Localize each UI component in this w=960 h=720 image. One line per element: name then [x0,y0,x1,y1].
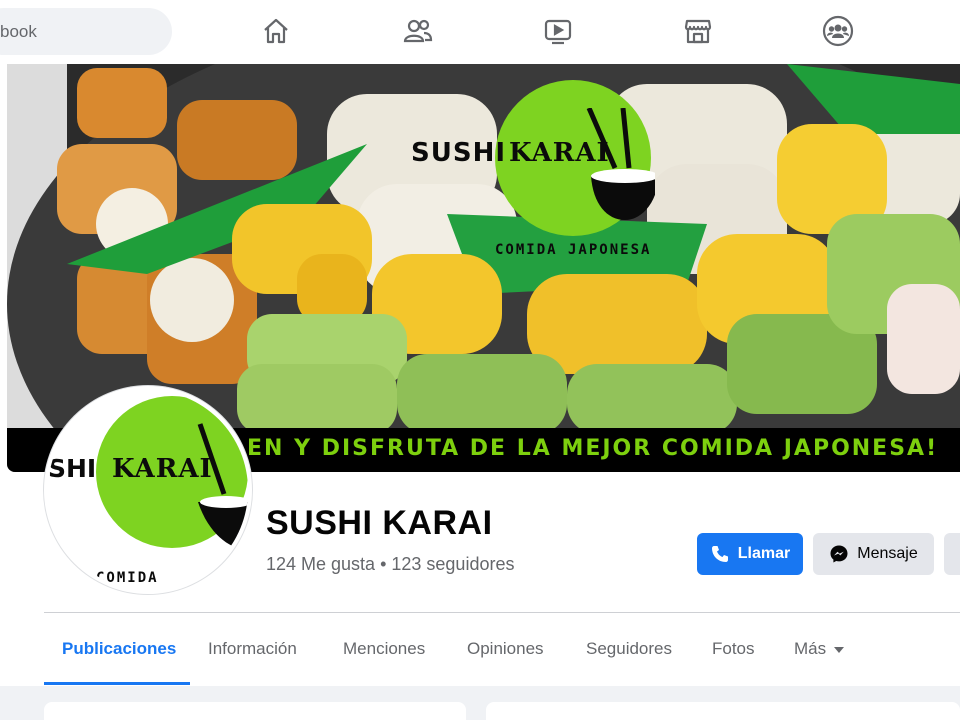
cover-logo-subtitle: COMIDA JAPONESA [495,242,652,258]
messenger-icon [830,545,848,563]
avatar-word-shi: SHI [48,454,97,483]
right-column-card [486,702,960,720]
page-header-card: SUSHI KARAI COMIDA JAPONESA EN Y DISFRUT… [0,64,960,686]
top-navigation-bar: book [0,0,960,64]
home-icon[interactable] [259,14,293,48]
cover-banner-text: EN Y DISFRUTA DE LA MEJOR COMIDA JAPONES… [247,436,939,461]
page-title: SUSHI KARAI [266,504,493,542]
cover-logo-word-sushi: SUSHI [411,138,506,168]
phone-icon [711,546,728,562]
friends-icon[interactable] [401,14,435,48]
message-button[interactable]: Mensaje [813,533,934,575]
left-column-card [44,702,466,720]
tab-mas-label: Más [794,639,827,658]
profile-picture[interactable]: SHI KARAI COMIDA [44,386,252,594]
watch-icon[interactable] [541,14,575,48]
page-tabs: Publicaciones Información Menciones Opin… [44,613,960,685]
message-button-label: Mensaje [857,545,918,562]
avatar-subtitle: COMIDA [96,570,159,586]
cover-logo-word-karai: KARAI [509,138,610,168]
avatar-word-karai: KARAI [112,454,213,484]
tab-informacion[interactable]: Información [208,639,297,659]
page-stats[interactable]: 124 Me gusta • 123 seguidores [266,554,514,575]
marketplace-icon[interactable] [681,14,715,48]
call-button[interactable]: Llamar [697,533,803,575]
search-input[interactable]: book [0,8,172,55]
active-tab-indicator [44,682,190,685]
call-button-label: Llamar [737,545,791,562]
avatar-logo-image [96,396,248,550]
tab-fotos[interactable]: Fotos [712,639,755,659]
more-options-button[interactable] [944,533,960,575]
tab-seguidores[interactable]: Seguidores [586,639,672,659]
chevron-down-icon [834,646,845,653]
groups-icon[interactable] [821,14,855,48]
tab-menciones[interactable]: Menciones [343,639,425,659]
search-placeholder: book [0,22,37,41]
tab-publicaciones[interactable]: Publicaciones [62,639,176,659]
tab-opiniones[interactable]: Opiniones [467,639,544,659]
tab-mas[interactable]: Más [794,639,845,659]
